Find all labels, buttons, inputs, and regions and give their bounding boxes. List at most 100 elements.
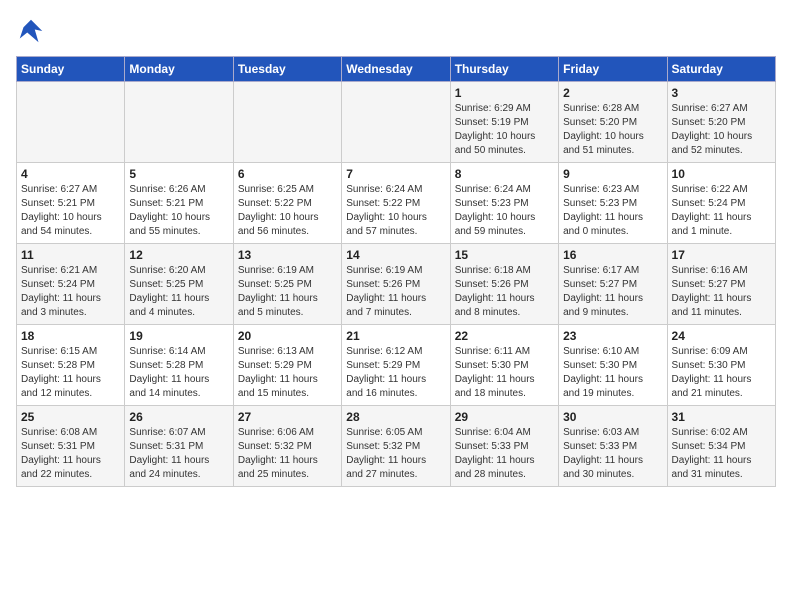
calendar-cell: 9 Sunrise: 6:23 AM Sunset: 5:23 PM Daylig… xyxy=(559,163,667,244)
day-number: 25 xyxy=(21,410,120,424)
calendar-cell: 20Sunrise: 6:13 AM Sunset: 5:29 PM Dayli… xyxy=(233,325,341,406)
cell-content: Sunrise: 6:29 AM Sunset: 5:19 PM Dayligh… xyxy=(455,102,554,158)
weekday-header-tuesday: Tuesday xyxy=(233,57,341,82)
cell-content: Sunrise: 6:26 AM Sunset: 5:21 PM Dayligh… xyxy=(129,183,228,239)
day-number: 23 xyxy=(563,329,662,343)
day-number: 29 xyxy=(455,410,554,424)
calendar-cell: 10Sunrise: 6:22 AM Sunset: 5:24 PM Dayli… xyxy=(667,163,775,244)
weekday-header-friday: Friday xyxy=(559,57,667,82)
day-number: 22 xyxy=(455,329,554,343)
cell-content: Sunrise: 6:03 AM Sunset: 5:33 PM Dayligh… xyxy=(563,426,662,482)
day-number: 13 xyxy=(238,248,337,262)
calendar-cell: 21 Sunrise: 6:12 AM Sunset: 5:29 PM Dayli… xyxy=(342,325,450,406)
week-row-3: 11 Sunrise: 6:21 AM Sunset: 5:24 PM Dayli… xyxy=(17,244,776,325)
weekday-header-thursday: Thursday xyxy=(450,57,558,82)
cell-content: Sunrise: 6:24 AM Sunset: 5:23 PM Dayligh… xyxy=(455,183,554,239)
day-number: 19 xyxy=(129,329,228,343)
cell-content: Sunrise: 6:25 AM Sunset: 5:22 PM Dayligh… xyxy=(238,183,337,239)
calendar-cell: 1 Sunrise: 6:29 AM Sunset: 5:19 PM Daylig… xyxy=(450,82,558,163)
calendar-cell: 24 Sunrise: 6:09 AM Sunset: 5:30 PM Dayli… xyxy=(667,325,775,406)
week-row-2: 4Sunrise: 6:27 AM Sunset: 5:21 PM Daylig… xyxy=(17,163,776,244)
day-number: 30 xyxy=(563,410,662,424)
cell-content: Sunrise: 6:13 AM Sunset: 5:29 PM Dayligh… xyxy=(238,345,337,401)
cell-content: Sunrise: 6:28 AM Sunset: 5:20 PM Dayligh… xyxy=(563,102,662,158)
day-number: 10 xyxy=(672,167,771,181)
calendar-cell: 18Sunrise: 6:15 AM Sunset: 5:28 PM Dayli… xyxy=(17,325,125,406)
calendar-cell: 12 Sunrise: 6:20 AM Sunset: 5:25 PM Dayli… xyxy=(125,244,233,325)
day-number: 7 xyxy=(346,167,445,181)
cell-content: Sunrise: 6:14 AM Sunset: 5:28 PM Dayligh… xyxy=(129,345,228,401)
page-header xyxy=(16,16,776,46)
calendar-cell xyxy=(342,82,450,163)
calendar-cell xyxy=(125,82,233,163)
day-number: 11 xyxy=(21,248,120,262)
calendar-cell: 16 Sunrise: 6:17 AM Sunset: 5:27 PM Dayli… xyxy=(559,244,667,325)
cell-content: Sunrise: 6:10 AM Sunset: 5:30 PM Dayligh… xyxy=(563,345,662,401)
weekday-header-row: SundayMondayTuesdayWednesdayThursdayFrid… xyxy=(17,57,776,82)
day-number: 2 xyxy=(563,86,662,100)
cell-content: Sunrise: 6:11 AM Sunset: 5:30 PM Dayligh… xyxy=(455,345,554,401)
calendar-cell: 30 Sunrise: 6:03 AM Sunset: 5:33 PM Dayli… xyxy=(559,406,667,487)
day-number: 3 xyxy=(672,86,771,100)
calendar-cell xyxy=(17,82,125,163)
calendar-cell: 26 Sunrise: 6:07 AM Sunset: 5:31 PM Dayli… xyxy=(125,406,233,487)
cell-content: Sunrise: 6:24 AM Sunset: 5:22 PM Dayligh… xyxy=(346,183,445,239)
logo-bird-icon xyxy=(16,16,46,46)
day-number: 21 xyxy=(346,329,445,343)
cell-content: Sunrise: 6:19 AM Sunset: 5:25 PM Dayligh… xyxy=(238,264,337,320)
week-row-5: 25Sunrise: 6:08 AM Sunset: 5:31 PM Dayli… xyxy=(17,406,776,487)
calendar-cell: 14Sunrise: 6:19 AM Sunset: 5:26 PM Dayli… xyxy=(342,244,450,325)
calendar-cell: 13 Sunrise: 6:19 AM Sunset: 5:25 PM Dayli… xyxy=(233,244,341,325)
cell-content: Sunrise: 6:15 AM Sunset: 5:28 PM Dayligh… xyxy=(21,345,120,401)
day-number: 12 xyxy=(129,248,228,262)
day-number: 24 xyxy=(672,329,771,343)
day-number: 15 xyxy=(455,248,554,262)
week-row-1: 1 Sunrise: 6:29 AM Sunset: 5:19 PM Daylig… xyxy=(17,82,776,163)
day-number: 5 xyxy=(129,167,228,181)
cell-content: Sunrise: 6:07 AM Sunset: 5:31 PM Dayligh… xyxy=(129,426,228,482)
cell-content: Sunrise: 6:17 AM Sunset: 5:27 PM Dayligh… xyxy=(563,264,662,320)
day-number: 6 xyxy=(238,167,337,181)
day-number: 26 xyxy=(129,410,228,424)
calendar-cell: 28Sunrise: 6:05 AM Sunset: 5:32 PM Dayli… xyxy=(342,406,450,487)
logo xyxy=(16,16,50,46)
day-number: 28 xyxy=(346,410,445,424)
weekday-header-monday: Monday xyxy=(125,57,233,82)
calendar-cell: 11 Sunrise: 6:21 AM Sunset: 5:24 PM Dayli… xyxy=(17,244,125,325)
weekday-header-wednesday: Wednesday xyxy=(342,57,450,82)
calendar-cell: 4Sunrise: 6:27 AM Sunset: 5:21 PM Daylig… xyxy=(17,163,125,244)
day-number: 17 xyxy=(672,248,771,262)
cell-content: Sunrise: 6:02 AM Sunset: 5:34 PM Dayligh… xyxy=(672,426,771,482)
cell-content: Sunrise: 6:16 AM Sunset: 5:27 PM Dayligh… xyxy=(672,264,771,320)
cell-content: Sunrise: 6:27 AM Sunset: 5:21 PM Dayligh… xyxy=(21,183,120,239)
cell-content: Sunrise: 6:20 AM Sunset: 5:25 PM Dayligh… xyxy=(129,264,228,320)
weekday-header-saturday: Saturday xyxy=(667,57,775,82)
cell-content: Sunrise: 6:19 AM Sunset: 5:26 PM Dayligh… xyxy=(346,264,445,320)
calendar-cell: 17 Sunrise: 6:16 AM Sunset: 5:27 PM Dayli… xyxy=(667,244,775,325)
calendar-cell xyxy=(233,82,341,163)
calendar-cell: 23 Sunrise: 6:10 AM Sunset: 5:30 PM Dayli… xyxy=(559,325,667,406)
weekday-header-sunday: Sunday xyxy=(17,57,125,82)
day-number: 16 xyxy=(563,248,662,262)
day-number: 8 xyxy=(455,167,554,181)
day-number: 31 xyxy=(672,410,771,424)
calendar-cell: 29 Sunrise: 6:04 AM Sunset: 5:33 PM Dayli… xyxy=(450,406,558,487)
calendar-table: SundayMondayTuesdayWednesdayThursdayFrid… xyxy=(16,56,776,487)
cell-content: Sunrise: 6:09 AM Sunset: 5:30 PM Dayligh… xyxy=(672,345,771,401)
calendar-cell: 6 Sunrise: 6:25 AM Sunset: 5:22 PM Daylig… xyxy=(233,163,341,244)
calendar-cell: 22 Sunrise: 6:11 AM Sunset: 5:30 PM Dayli… xyxy=(450,325,558,406)
calendar-cell: 15Sunrise: 6:18 AM Sunset: 5:26 PM Dayli… xyxy=(450,244,558,325)
calendar-cell: 27Sunrise: 6:06 AM Sunset: 5:32 PM Dayli… xyxy=(233,406,341,487)
calendar-cell: 3Sunrise: 6:27 AM Sunset: 5:20 PM Daylig… xyxy=(667,82,775,163)
day-number: 27 xyxy=(238,410,337,424)
cell-content: Sunrise: 6:23 AM Sunset: 5:23 PM Dayligh… xyxy=(563,183,662,239)
day-number: 1 xyxy=(455,86,554,100)
day-number: 9 xyxy=(563,167,662,181)
calendar-cell: 25Sunrise: 6:08 AM Sunset: 5:31 PM Dayli… xyxy=(17,406,125,487)
week-row-4: 18Sunrise: 6:15 AM Sunset: 5:28 PM Dayli… xyxy=(17,325,776,406)
calendar-cell: 2 Sunrise: 6:28 AM Sunset: 5:20 PM Daylig… xyxy=(559,82,667,163)
cell-content: Sunrise: 6:04 AM Sunset: 5:33 PM Dayligh… xyxy=(455,426,554,482)
cell-content: Sunrise: 6:21 AM Sunset: 5:24 PM Dayligh… xyxy=(21,264,120,320)
cell-content: Sunrise: 6:12 AM Sunset: 5:29 PM Dayligh… xyxy=(346,345,445,401)
calendar-cell: 31 Sunrise: 6:02 AM Sunset: 5:34 PM Dayli… xyxy=(667,406,775,487)
